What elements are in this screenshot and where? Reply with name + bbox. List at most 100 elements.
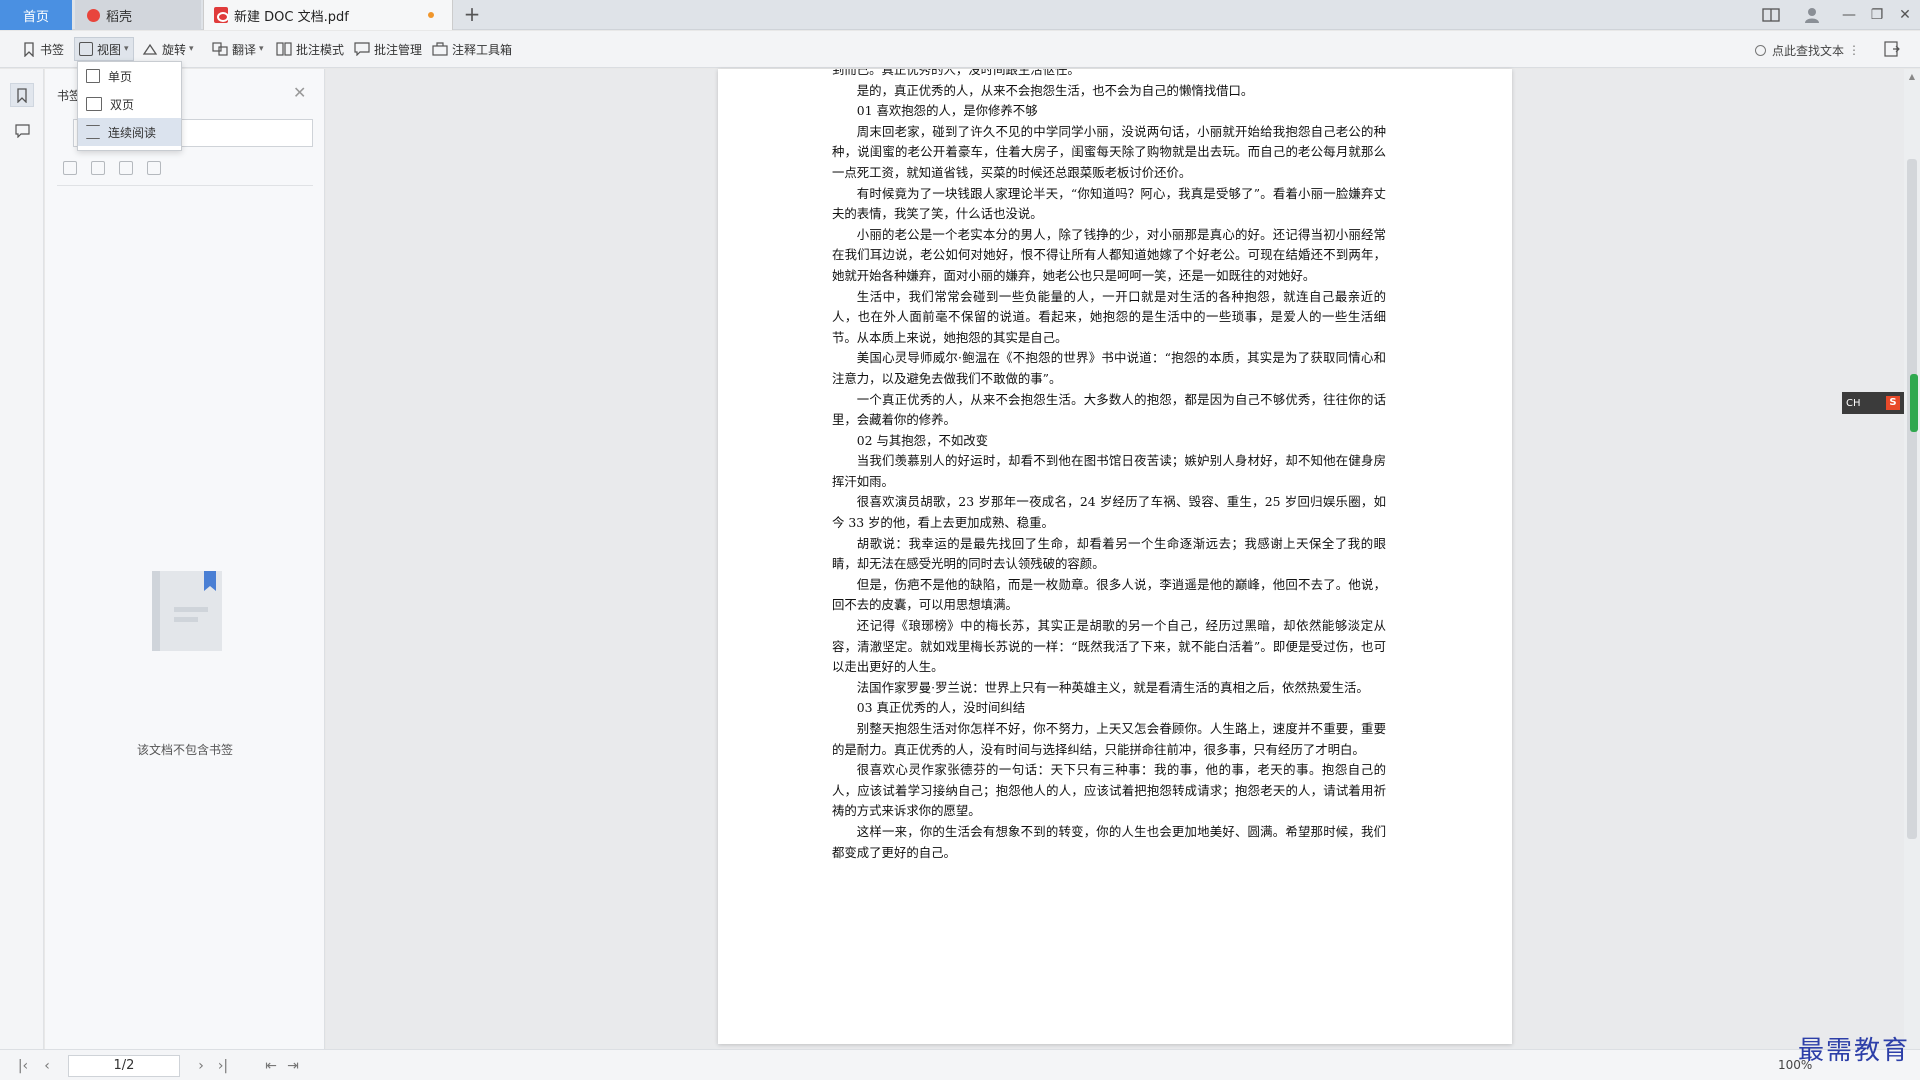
menu-item-single-page[interactable]: 单页 [78, 62, 181, 90]
unsaved-dot-icon [428, 12, 434, 18]
annotate-manage-label: 批注管理 [374, 42, 423, 57]
menu-item-double-label: 双页 [110, 97, 135, 112]
new-tab-button[interactable]: + [460, 2, 484, 28]
daoke-icon [87, 8, 100, 22]
first-page-icon[interactable]: |‹ [14, 1057, 32, 1075]
empty-bookmark-text: 该文档不包含书签 [136, 743, 233, 757]
translate-label: 翻译 [232, 42, 257, 57]
close-window-button[interactable]: ✕ [1892, 4, 1918, 26]
rotate-button[interactable]: 旋转 ▾ [138, 37, 198, 61]
watermark-logo: 最需教育 [1798, 1036, 1911, 1066]
chevron-down-icon: ▾ [259, 44, 264, 54]
tab-document[interactable]: 新建 DOC 文档.pdf [203, 0, 453, 30]
document-area[interactable]: 到而已。真正优秀的人，没时间跟生活怄任。 是的，真正优秀的人，从来不会抱怨生活，也… [326, 69, 1920, 1049]
export-icon[interactable] [1880, 37, 1904, 61]
tab-home-label: 首页 [22, 9, 49, 25]
translate-icon [212, 42, 228, 56]
divider [57, 185, 313, 186]
prev-page-icon[interactable]: ‹ [38, 1057, 56, 1075]
comment-panel-icon[interactable] [10, 119, 34, 143]
paragraph: 02 与其抱怨，不如改变 [856, 432, 989, 448]
tab-bar: 首页 稻壳 新建 DOC 文档.pdf + — ❐ ✕ [0, 0, 1920, 30]
paragraph: 当我们羡慕别人的好运时，却看不到他在图书馆日夜苦读；嫉妒别人身材好，却不知他在健… [832, 453, 1386, 489]
paragraph: 03 真正优秀的人，没时间纠结 [856, 700, 1026, 716]
annotate-mode-button[interactable]: 批注模式 [272, 37, 348, 61]
paragraph: 这样一来，你的生活会有想象不到的转变，你的人生也会更加地美好、圆满。希望那时候，… [832, 823, 1386, 860]
chevron-down-icon: ▾ [189, 44, 194, 54]
annotate-mode-label: 批注模式 [296, 42, 345, 57]
page-number-input[interactable]: 1/2 [68, 1055, 180, 1077]
paragraph: 到而已。真正优秀的人，没时间跟生活怄任。 [832, 69, 1080, 77]
translate-button[interactable]: 翻译 ▾ [208, 37, 268, 61]
view-button[interactable]: 视图 ▾ [74, 37, 134, 61]
expand-all-icon[interactable] [63, 161, 77, 175]
paragraph: 但是，伤疤不是他的缺陷，而是一枚勋章。很多人说，李逍遥是他的巅峰，他回不去了。他… [832, 576, 1386, 613]
find-text-placeholder: 点此查找文本 [1772, 43, 1845, 58]
last-page-icon[interactable]: ›| [214, 1057, 232, 1075]
next-page-icon[interactable]: › [192, 1057, 210, 1075]
scrollbar-thumb[interactable] [1907, 159, 1917, 839]
annotate-manage-button[interactable]: 批注管理 [350, 37, 426, 61]
ime-label: CH [1846, 397, 1861, 409]
layout-icon[interactable] [1760, 4, 1782, 26]
scroll-up-icon[interactable]: ▲ [1907, 72, 1917, 82]
comment-icon [354, 42, 370, 56]
delete-bookmark-icon[interactable] [147, 161, 161, 175]
status-bar: |‹ ‹ 1/2 › ›| ⇤ ⇥ 100% [0, 1049, 1920, 1080]
paragraph: 别整天抱怨生活对你怎样不好，你不努力，上天又怎会眷顾你。人生路上，速度并不重要，… [832, 721, 1386, 757]
annotate-tools-button[interactable]: 注释工具箱 [428, 37, 516, 61]
collapse-all-icon[interactable] [91, 161, 105, 175]
restore-button[interactable]: ❐ [1864, 4, 1890, 26]
annotate-mode-icon [276, 42, 292, 56]
close-icon[interactable]: ✕ [293, 83, 306, 102]
find-text-box[interactable]: 点此查找文本 ⋮ [1755, 39, 1875, 61]
paragraph: 美国心灵导师威尔·鲍温在《不抱怨的世界》书中说道：“抱怨的本质，其实是为了获取同… [832, 350, 1386, 386]
add-bookmark-icon[interactable] [119, 161, 133, 175]
menu-item-single-label: 单页 [108, 69, 133, 84]
tab-daoke[interactable]: 稻壳 [75, 0, 201, 30]
bookmark-panel: 书签 ✕ 该文档不包含书签 [45, 69, 325, 1049]
paragraph: 很喜欢心灵作家张德芬的一句话：天下只有三种事：我的事，他的事，老天的事。抱怨自己… [832, 762, 1386, 819]
ime-handle[interactable] [1910, 374, 1918, 432]
paragraph: 生活中，我们常常会碰到一些负能量的人，一开口就是对生活的各种抱怨，就连自己最亲近… [832, 288, 1386, 345]
empty-bookmark-icon [152, 571, 222, 651]
bookmark-tools [63, 161, 161, 175]
ime-badge-icon: S [1886, 396, 1900, 410]
menu-item-continuous-label: 连续阅读 [108, 125, 157, 140]
more-icon[interactable]: ⋮ [1848, 43, 1860, 57]
view-menu: 单页 双页 连续阅读 [77, 61, 182, 151]
left-icon-strip [0, 69, 44, 1049]
vertical-scrollbar[interactable]: ▲ [1904, 69, 1920, 1049]
user-avatar-icon[interactable] [1800, 4, 1824, 26]
paragraph: 还记得《琅琊榜》中的梅长苏，其实正是胡歌的另一个自己，经历过黑暗，却依然能够淡定… [832, 618, 1386, 675]
minimize-button[interactable]: — [1836, 4, 1862, 26]
menu-item-continuous[interactable]: 连续阅读 [78, 118, 181, 146]
paragraph: 有时候竟为了一块钱跟人家理论半天，“你知道吗？阿心，我真是受够了”。看着小丽一脸… [832, 185, 1386, 222]
paragraph: 胡歌说：我幸运的是最先找回了生命，却看着另一个生命逐渐远去；我感谢上天保全了我的… [832, 535, 1386, 572]
bookmark-button[interactable]: 书签 [18, 37, 68, 61]
tab-document-label: 新建 DOC 文档.pdf [234, 9, 349, 25]
paragraph: 小丽的老公是一个老实本分的男人，除了钱挣的少，对小丽那是真心的好。还记得当初小丽… [832, 226, 1386, 283]
continuous-icon [86, 125, 100, 139]
single-page-icon [86, 69, 100, 83]
bookmark-panel-icon[interactable] [10, 83, 34, 107]
toolbar: 书签 视图 ▾ 旋转 ▾ 翻译 ▾ 批注模式 批注管理 注释工具箱 点此查找文本 ⋮ [0, 31, 1920, 68]
back-icon[interactable]: ⇤ [262, 1057, 280, 1075]
menu-item-double-page[interactable]: 双页 [78, 90, 181, 118]
paragraph: 法国作家罗曼·罗兰说：世界上只有一种英雄主义，就是看清生活的真相之后，依然热爱生… [856, 679, 1369, 695]
rotate-icon [142, 43, 158, 55]
bookmark-icon [24, 41, 34, 57]
double-page-icon [86, 97, 102, 111]
paragraph: 很喜欢演员胡歌，23 岁那年一夜成名，24 岁经历了车祸、毁容、重生，25 岁回… [832, 494, 1386, 531]
rotate-label: 旋转 [162, 42, 187, 57]
page-content: 到而已。真正优秀的人，没时间跟生活怄任。 是的，真正优秀的人，从来不会抱怨生活，也… [832, 69, 1386, 863]
chevron-down-icon: ▾ [124, 44, 129, 54]
forward-icon[interactable]: ⇥ [284, 1057, 302, 1075]
view-icon [79, 42, 93, 56]
pdf-page[interactable]: 到而已。真正优秀的人，没时间跟生活怄任。 是的，真正优秀的人，从来不会抱怨生活，也… [718, 69, 1512, 1044]
view-label: 视图 [97, 42, 122, 57]
ime-widget[interactable]: CH S [1842, 392, 1904, 414]
paragraph: 周末回老家，碰到了许久不见的中学同学小丽，没说两句话，小丽就开始给我抱怨自己老公… [832, 123, 1386, 180]
tab-home[interactable]: 首页 [0, 0, 72, 30]
bookmark-label: 书签 [40, 42, 65, 57]
